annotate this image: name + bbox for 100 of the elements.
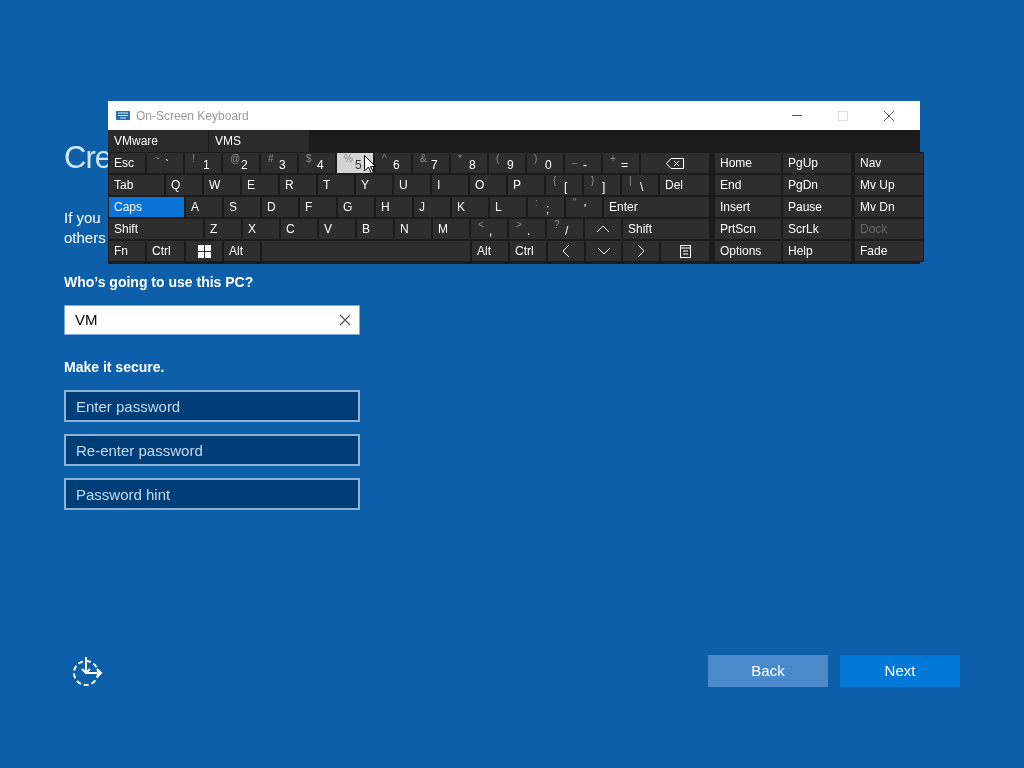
key[interactable]: U	[393, 174, 431, 196]
key[interactable]: V	[318, 218, 356, 240]
key[interactable]: Shift	[622, 218, 710, 240]
key[interactable]: K	[451, 196, 489, 218]
key[interactable]: A	[185, 196, 223, 218]
key[interactable]: & 7	[412, 152, 450, 174]
key[interactable]: Pause	[782, 196, 852, 218]
key[interactable]: " '	[565, 196, 603, 218]
key[interactable]: ScrLk	[782, 218, 852, 240]
key[interactable]: Caps	[108, 196, 185, 218]
key[interactable]: ) 0	[526, 152, 564, 174]
key[interactable]: * 8	[450, 152, 488, 174]
key[interactable]: } ]	[583, 174, 621, 196]
key[interactable]: Tab	[108, 174, 165, 196]
shift-symbol: ?	[554, 219, 560, 231]
key[interactable]: Insert	[714, 196, 782, 218]
password-field[interactable]: Password hint	[64, 478, 360, 510]
key[interactable]: { [	[545, 174, 583, 196]
key[interactable]: @2	[222, 152, 260, 174]
prediction-key[interactable]: VMware	[108, 130, 209, 152]
key[interactable]: Alt	[223, 240, 261, 262]
key[interactable]: S	[223, 196, 261, 218]
key-label: ,	[489, 224, 493, 238]
key[interactable]: > .	[508, 218, 546, 240]
key[interactable]: _ -	[564, 152, 602, 174]
key[interactable]: F	[299, 196, 337, 218]
key[interactable]: | \	[621, 174, 659, 196]
key[interactable]: G	[337, 196, 375, 218]
key[interactable]: ~ `	[146, 152, 184, 174]
key[interactable]: H	[375, 196, 413, 218]
key[interactable]: Shift	[108, 218, 204, 240]
key[interactable]: Help	[782, 240, 852, 262]
accessibility-icon[interactable]	[70, 655, 104, 687]
key[interactable]: J	[413, 196, 451, 218]
key[interactable]: Home	[714, 152, 782, 174]
key[interactable]	[185, 240, 223, 262]
shift-symbol: _	[572, 153, 578, 165]
key-label: 3	[279, 158, 286, 172]
key[interactable]: Ctrl	[146, 240, 185, 262]
key[interactable]: Options	[714, 240, 782, 262]
key[interactable]: : ;	[527, 196, 565, 218]
key[interactable]: B	[356, 218, 394, 240]
key[interactable]: C	[280, 218, 318, 240]
key[interactable]: $ 4	[298, 152, 336, 174]
key[interactable]: Nav	[854, 152, 924, 174]
back-button[interactable]: Back	[708, 655, 828, 687]
user-name-field[interactable]: VM	[64, 305, 360, 335]
key[interactable]: Mv Up	[854, 174, 924, 196]
key[interactable]: ( 9	[488, 152, 526, 174]
key[interactable]	[660, 240, 710, 262]
key[interactable]: PgDn	[782, 174, 852, 196]
key[interactable]: W	[203, 174, 241, 196]
key-label: 8	[469, 158, 476, 172]
key[interactable]: + =	[602, 152, 640, 174]
key[interactable]: End	[714, 174, 782, 196]
key[interactable]: P	[507, 174, 545, 196]
key[interactable]: Y	[355, 174, 393, 196]
key[interactable]: Enter	[603, 196, 710, 218]
section-label: Make it secure.	[64, 358, 166, 377]
key[interactable]: Ctrl	[509, 240, 547, 262]
key[interactable]: Mv Dn	[854, 196, 924, 218]
key[interactable]: L	[489, 196, 527, 218]
key[interactable]: Del	[659, 174, 710, 196]
key[interactable]: I	[431, 174, 469, 196]
key[interactable]: O	[469, 174, 507, 196]
close-icon[interactable]	[884, 110, 894, 121]
key[interactable]: N	[394, 218, 432, 240]
prediction-key[interactable]: VMS	[209, 130, 310, 152]
key[interactable]: Z	[204, 218, 242, 240]
shift-symbol: &	[420, 153, 427, 165]
password-field[interactable]: Enter password	[64, 390, 360, 422]
next-button[interactable]: Next	[840, 655, 960, 687]
password-field[interactable]: Re-enter password	[64, 434, 360, 466]
key[interactable]: PrtScn	[714, 218, 782, 240]
key[interactable]: T	[317, 174, 355, 196]
key[interactable]: ? /	[546, 218, 584, 240]
key[interactable]: E	[241, 174, 279, 196]
key[interactable]: R	[279, 174, 317, 196]
key[interactable]: D	[261, 196, 299, 218]
key[interactable]: X	[242, 218, 280, 240]
shift-symbol: *	[458, 153, 462, 165]
key[interactable]: ^ 6	[374, 152, 412, 174]
key-label: .	[527, 224, 531, 238]
key[interactable]: Fade	[854, 240, 924, 262]
key[interactable]: Fn	[108, 240, 146, 262]
key-label: `	[165, 158, 169, 172]
key[interactable]: ! 1	[184, 152, 222, 174]
clear-icon[interactable]	[339, 314, 351, 326]
key[interactable]: # 3	[260, 152, 298, 174]
key[interactable]: Q	[165, 174, 203, 196]
shift-symbol: (	[496, 153, 500, 165]
key[interactable]	[640, 152, 710, 174]
key[interactable]: Esc	[108, 152, 146, 174]
key[interactable]: Alt	[471, 240, 509, 262]
key[interactable]: PgUp	[782, 152, 852, 174]
key[interactable]: M	[432, 218, 470, 240]
key[interactable]: < ,	[470, 218, 508, 240]
key-label: 4	[317, 158, 324, 172]
text-input[interactable]: VM	[75, 308, 339, 332]
key-label: 7	[431, 158, 438, 172]
